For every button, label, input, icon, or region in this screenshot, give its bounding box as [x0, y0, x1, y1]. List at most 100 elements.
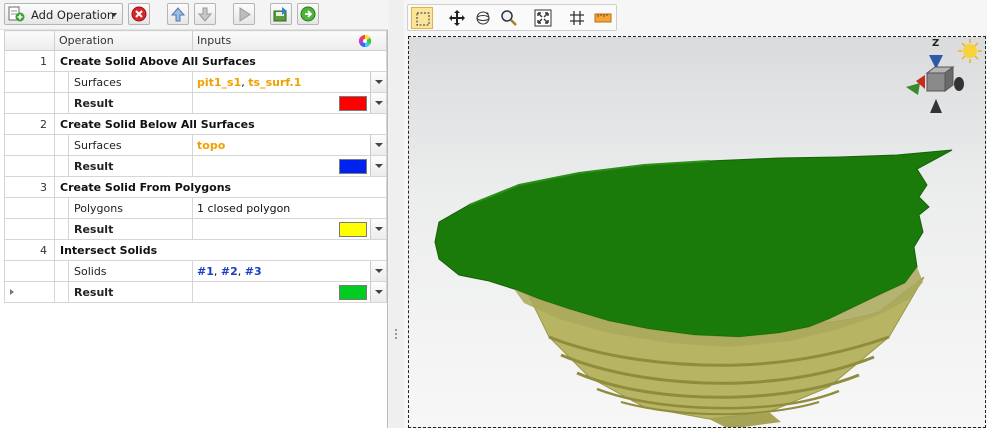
operation-row[interactable]: 2 Create Solid Below All Surfaces	[4, 113, 387, 135]
row-indent	[54, 218, 69, 240]
pit-model-scene	[434, 149, 953, 427]
operation-input-row[interactable]: Solids #1, #2, #3	[4, 260, 387, 282]
row-indent	[54, 134, 69, 156]
delete-operation-button[interactable]	[128, 3, 150, 25]
operation-input-row[interactable]: Polygons 1 closed polygon	[4, 197, 387, 219]
operation-result-row[interactable]: Result	[4, 92, 387, 114]
add-operation-button[interactable]: Add Operation	[4, 3, 123, 25]
forward-circle-icon	[300, 6, 316, 22]
input-reference: 1 closed polygon	[197, 201, 291, 215]
operation-row[interactable]: 1 Create Solid Above All Surfaces	[4, 50, 387, 72]
operation-result-row[interactable]: Result	[4, 281, 387, 303]
color-dropdown-button[interactable]	[370, 219, 386, 239]
operation-name[interactable]: Create Solid Above All Surfaces	[54, 50, 387, 72]
fit-to-view-icon	[534, 9, 552, 27]
input-dropdown-button[interactable]	[370, 261, 386, 281]
color-dropdown-button[interactable]	[370, 156, 386, 176]
color-dropdown-button[interactable]	[370, 93, 386, 113]
inputs-column-header[interactable]: Inputs	[192, 30, 387, 51]
delete-icon	[131, 6, 147, 22]
grid-toggle-button[interactable]	[566, 7, 588, 29]
zoom-tool-button[interactable]	[498, 7, 520, 29]
rotate-icon	[476, 11, 490, 25]
result-label: Result	[68, 92, 193, 114]
selection-rectangle-icon	[416, 12, 430, 26]
result-color-swatch[interactable]	[339, 222, 367, 237]
export-button[interactable]	[270, 3, 292, 25]
input-reference: pit1_s1	[197, 75, 242, 89]
export-icon	[273, 7, 287, 22]
row-indent	[54, 197, 69, 219]
result-color-swatch[interactable]	[339, 96, 367, 111]
axes-cube-icon	[906, 39, 982, 113]
input-separator: ,	[213, 264, 221, 278]
row-indent	[4, 92, 55, 114]
ruler-icon	[594, 13, 612, 23]
orientation-gizmo[interactable]: Z	[901, 38, 985, 125]
move-down-button[interactable]	[194, 3, 216, 25]
3d-view-canvas[interactable]: Z	[408, 36, 986, 428]
operation-number: 2	[4, 113, 55, 135]
result-color-cell[interactable]	[192, 218, 387, 240]
row-indent	[54, 92, 69, 114]
operation-result-row[interactable]: Result	[4, 218, 387, 240]
result-label: Result	[68, 218, 193, 240]
row-indent	[4, 197, 55, 219]
input-value-cell[interactable]: topo	[192, 134, 387, 156]
current-row-indicator-icon	[10, 289, 14, 295]
operation-name[interactable]: Intersect Solids	[54, 239, 387, 261]
row-indent	[4, 155, 55, 177]
input-separator: ,	[237, 264, 245, 278]
operation-input-row[interactable]: Surfaces topo	[4, 134, 387, 156]
chevron-down-icon	[111, 13, 117, 17]
result-color-cell[interactable]	[192, 155, 387, 177]
color-dropdown-button[interactable]	[370, 282, 386, 302]
apply-button[interactable]	[297, 3, 319, 25]
measure-tool-button[interactable]	[592, 7, 614, 29]
input-reference: topo	[197, 138, 226, 152]
operations-toolbar: Add Operation	[0, 0, 388, 30]
z-axis-label: Z	[932, 38, 940, 49]
row-indent	[54, 281, 69, 303]
result-color-swatch[interactable]	[339, 159, 367, 174]
panel-splitter[interactable]	[389, 0, 404, 428]
result-color-cell[interactable]	[192, 281, 387, 303]
operation-result-row[interactable]: Result	[4, 155, 387, 177]
operations-panel: Add Operation Operation Inputs 1 Create …	[0, 0, 388, 428]
operation-name[interactable]: Create Solid Below All Surfaces	[54, 113, 387, 135]
3d-viewer: Z	[404, 0, 987, 428]
add-operation-label: Add Operation	[31, 8, 115, 22]
grid-header-row: Operation Inputs	[4, 30, 387, 51]
operation-number: 3	[4, 176, 55, 198]
operation-input-row[interactable]: Surfaces pit1_s1, ts_surf.1	[4, 71, 387, 93]
result-label: Result	[68, 281, 193, 303]
zoom-extents-button[interactable]	[532, 7, 554, 29]
input-dropdown-button[interactable]	[370, 72, 386, 92]
pan-tool-button[interactable]	[446, 7, 468, 29]
move-up-button[interactable]	[167, 3, 189, 25]
input-value-cell[interactable]: 1 closed polygon	[192, 197, 387, 219]
operation-number: 4	[4, 239, 55, 261]
input-dropdown-button[interactable]	[370, 135, 386, 155]
run-button[interactable]	[233, 3, 255, 25]
viewer-toolbar	[407, 4, 617, 31]
operation-name[interactable]: Create Solid From Polygons	[54, 176, 387, 198]
operation-row[interactable]: 4 Intersect Solids	[4, 239, 387, 261]
row-indent	[54, 155, 69, 177]
operation-column-header[interactable]: Operation	[54, 30, 193, 51]
operation-row[interactable]: 3 Create Solid From Polygons	[4, 176, 387, 198]
result-color-cell[interactable]	[192, 92, 387, 114]
input-reference: #1	[197, 264, 214, 278]
input-value-cell[interactable]: #1, #2, #3	[192, 260, 387, 282]
row-indent	[4, 260, 55, 282]
input-value-cell[interactable]: pit1_s1, ts_surf.1	[192, 71, 387, 93]
select-tool-button[interactable]	[411, 7, 433, 29]
magnifier-icon	[501, 10, 517, 26]
row-indent	[54, 260, 69, 282]
rotate-tool-button[interactable]	[472, 7, 494, 29]
grid-icon	[570, 11, 584, 25]
row-indent	[54, 71, 69, 93]
result-color-swatch[interactable]	[339, 285, 367, 300]
move-arrows-icon	[449, 10, 465, 26]
color-wheel-icon[interactable]	[358, 34, 372, 48]
